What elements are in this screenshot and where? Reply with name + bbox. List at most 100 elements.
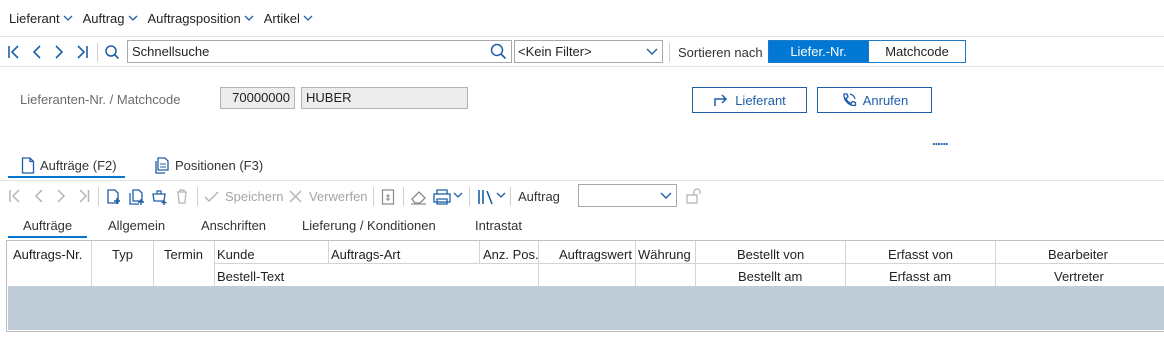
column-header-auftrags-art[interactable]: Auftrags-Art (331, 247, 400, 262)
subtab-anschriften[interactable]: Anschriften (201, 218, 266, 233)
chevron-down-icon (128, 15, 137, 21)
subtab-lieferung-konditionen[interactable]: Lieferung / Konditionen (302, 218, 436, 233)
quick-search-input[interactable]: Schnellsuche (127, 40, 512, 63)
active-tab-indicator (8, 176, 125, 178)
tab-auftraege[interactable]: Aufträge (F2) (21, 155, 117, 175)
matchcode-field: HUBER (301, 87, 468, 109)
previous-record-icon[interactable] (30, 44, 44, 60)
column-header-anz-pos[interactable]: Anz. Pos. (483, 247, 539, 262)
chevron-down-icon (244, 15, 254, 21)
quick-search-text: Schnellsuche (132, 44, 210, 59)
phone-icon (843, 93, 856, 107)
app-window: Lieferant Auftrag Auftragsposition Artik… (0, 0, 1164, 340)
subtab-allgemein[interactable]: Allgemein (108, 218, 165, 233)
orders-grid: Auftrags-Nr. Typ Termin Kunde Auftrags-A… (6, 240, 1164, 332)
previous-record-icon[interactable] (32, 188, 45, 204)
chevron-down-icon (303, 15, 313, 21)
chevron-down-icon[interactable] (453, 192, 463, 200)
tab-positionen-label: Positionen (F3) (175, 157, 264, 173)
delete-icon[interactable] (175, 188, 189, 205)
menu-artikel[interactable]: Artikel (264, 11, 313, 26)
column-header-typ[interactable]: Typ (112, 247, 133, 262)
last-record-icon[interactable] (75, 44, 89, 60)
divider (97, 43, 98, 62)
clipboard-icon[interactable] (381, 188, 395, 205)
next-record-icon[interactable] (54, 188, 67, 204)
column-header-vertreter[interactable]: Vertreter (1054, 269, 1104, 284)
forward-arrow-icon (714, 94, 728, 106)
save-button[interactable]: Speichern (225, 189, 284, 204)
column-header-kunde[interactable]: Kunde (217, 247, 255, 262)
column-header-bestellt-am[interactable]: Bestellt am (738, 269, 802, 284)
column-header-bearbeiter[interactable]: Bearbeiter (1048, 247, 1108, 262)
column-divider (153, 241, 154, 286)
column-divider (328, 241, 329, 263)
anrufen-button[interactable]: Anrufen (817, 87, 932, 113)
search-icon[interactable] (490, 43, 507, 60)
subtab-auftraege[interactable]: Aufträge (23, 218, 72, 233)
chevron-down-icon (63, 15, 73, 21)
column-header-termin[interactable]: Termin (164, 247, 203, 262)
active-subtab-indicator (8, 236, 87, 238)
check-icon (204, 191, 219, 203)
new-document-icon[interactable] (105, 188, 123, 206)
search-icon (105, 45, 120, 60)
column-header-auftragswert[interactable]: Auftragswert (559, 247, 632, 262)
filter-value: <Kein Filter> (518, 44, 592, 59)
sort-by-number-button[interactable]: Liefer.-Nr. (768, 40, 869, 63)
tab-auftraege-label: Aufträge (F2) (40, 157, 117, 173)
column-divider (479, 241, 480, 263)
column-header-bestell-text[interactable]: Bestell-Text (217, 269, 284, 284)
erase-icon[interactable] (409, 188, 429, 206)
divider (197, 187, 198, 206)
divider (469, 187, 470, 206)
last-record-icon[interactable] (77, 188, 90, 204)
tab-positionen[interactable]: Positionen (F3) (154, 155, 263, 175)
menu-auftrag[interactable]: Auftrag (83, 11, 138, 26)
menu-bar: Lieferant Auftrag Auftragsposition Artik… (0, 0, 1164, 36)
supplier-field-label: Lieferanten-Nr. / Matchcode (20, 92, 181, 107)
lieferant-button[interactable]: Lieferant (692, 87, 807, 113)
divider (403, 187, 404, 206)
discard-button[interactable]: Verwerfen (309, 189, 368, 204)
first-record-icon[interactable] (7, 44, 21, 60)
copy-document-icon[interactable] (128, 188, 146, 206)
subtab-intrastat[interactable]: Intrastat (475, 218, 522, 233)
header-row-divider (215, 263, 1164, 264)
unlock-icon[interactable] (685, 187, 701, 205)
menu-auftragsposition[interactable]: Auftragsposition (148, 11, 254, 26)
first-record-icon[interactable] (8, 188, 21, 204)
document-icon (21, 156, 35, 174)
next-record-icon[interactable] (52, 44, 66, 60)
divider (669, 43, 670, 62)
filter-select[interactable]: <Kein Filter> (514, 40, 663, 63)
column-divider (91, 241, 92, 286)
divider (98, 187, 99, 206)
column-header-auftrags-nr[interactable]: Auftrags-Nr. (13, 247, 82, 262)
chevron-down-icon (660, 192, 672, 199)
column-header-erfasst-am[interactable]: Erfasst am (889, 269, 951, 284)
column-header-bestellt-von[interactable]: Bestellt von (737, 247, 804, 262)
menu-auftrag-label: Auftrag (82, 10, 125, 26)
record-toolbar: Speichern Verwerfen Auftrag (0, 180, 1164, 211)
chevron-down-icon (646, 48, 658, 55)
menu-lieferant[interactable]: Lieferant (9, 11, 73, 26)
divider (510, 187, 511, 206)
close-icon (289, 190, 302, 203)
sort-by-matchcode-button[interactable]: Matchcode (868, 40, 966, 63)
menu-artikel-label: Artikel (263, 10, 300, 26)
library-icon[interactable] (477, 188, 497, 206)
sort-label: Sortieren nach (678, 45, 763, 60)
add-cart-icon[interactable] (151, 188, 169, 206)
divider (373, 187, 374, 206)
table-row[interactable] (8, 286, 1164, 330)
auftrag-select[interactable] (578, 184, 677, 207)
more-indicator[interactable]: ...... (932, 133, 949, 148)
column-header-erfasst-von[interactable]: Erfasst von (888, 247, 953, 262)
column-header-waehrung[interactable]: Währung (638, 247, 691, 262)
printer-icon[interactable] (432, 188, 452, 206)
auftrag-label: Auftrag (518, 189, 560, 204)
menu-lieferant-label: Lieferant (9, 10, 60, 26)
chevron-down-icon[interactable] (496, 192, 506, 200)
anrufen-button-label: Anrufen (862, 92, 909, 108)
